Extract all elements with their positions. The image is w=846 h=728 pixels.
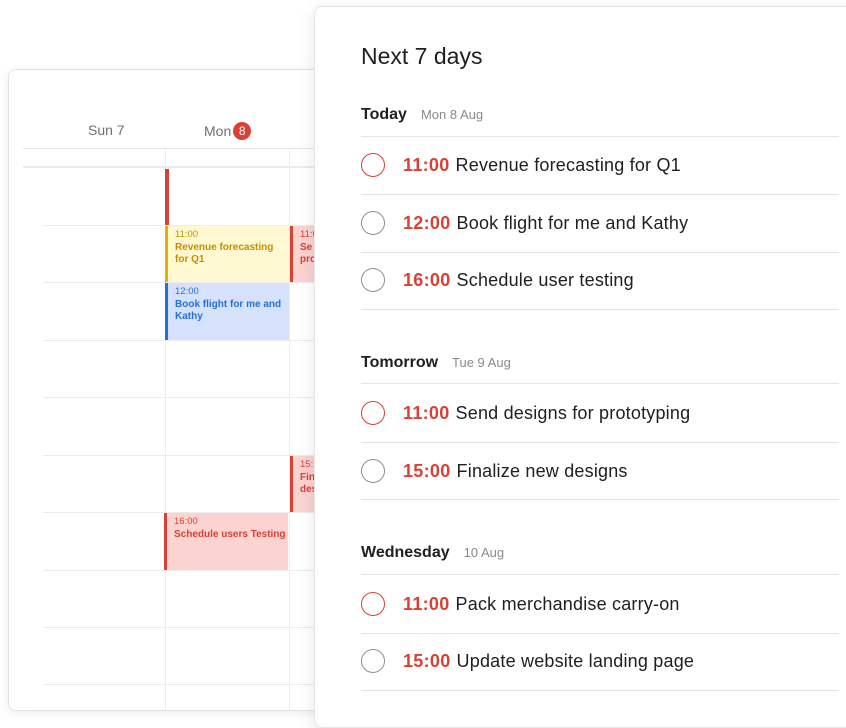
section-date: 10 Aug xyxy=(463,545,505,560)
header-divider xyxy=(23,148,339,149)
hour-line xyxy=(43,684,339,685)
divider xyxy=(361,309,839,310)
task-title: Update website landing page xyxy=(456,650,695,671)
complete-checkbox[interactable] xyxy=(361,211,385,235)
hour-line xyxy=(43,627,339,628)
page-title: Next 7 days xyxy=(361,43,483,69)
section-header-today: Today Mon 8 Aug xyxy=(361,106,483,124)
complete-checkbox[interactable] xyxy=(361,649,385,673)
complete-checkbox[interactable] xyxy=(361,459,385,483)
task-item[interactable]: 15:00 Finalize new designs xyxy=(361,443,839,499)
day-label: Mon xyxy=(204,123,232,139)
hour-line xyxy=(43,397,339,398)
complete-checkbox[interactable] xyxy=(361,401,385,425)
hour-line xyxy=(43,570,339,571)
event-title: Schedule users Testing xyxy=(174,528,286,540)
event-title: Book flight for me and Kathy xyxy=(175,298,282,323)
task-time: 11:00 xyxy=(403,402,450,423)
divider xyxy=(361,499,839,500)
complete-checkbox[interactable] xyxy=(361,592,385,616)
divider xyxy=(361,383,839,384)
divider xyxy=(361,690,839,691)
section-header-wednesday: Wednesday 10 Aug xyxy=(361,544,504,562)
task-time: 11:00 xyxy=(403,593,450,614)
allday-divider xyxy=(23,166,339,168)
task-time: 16:00 xyxy=(403,269,451,290)
calendar-event[interactable]: 12:00 Book flight for me and Kathy xyxy=(165,283,289,340)
calendar-event[interactable]: 11:00 Revenue forecasting for Q1 xyxy=(165,226,289,282)
task-time: 12:00 xyxy=(403,212,451,233)
complete-checkbox[interactable] xyxy=(361,153,385,177)
calendar-event[interactable]: 16:00 Schedule users Testing xyxy=(164,513,288,570)
event-time: 16:00 xyxy=(174,516,198,527)
task-title: Pack merchandise carry-on xyxy=(455,593,680,614)
task-title: Send designs for prototyping xyxy=(455,402,691,423)
complete-checkbox[interactable] xyxy=(361,268,385,292)
calendar-view: Sun 7 Mon 8 11:00 Revenue forecasting fo… xyxy=(8,69,340,711)
section-name: Today xyxy=(361,106,407,123)
event-title: Revenue forecasting for Q1 xyxy=(175,241,274,266)
task-title: Book flight for me and Kathy xyxy=(456,212,689,233)
task-item[interactable]: 12:00 Book flight for me and Kathy xyxy=(361,195,839,251)
task-time: 11:00 xyxy=(403,154,450,175)
section-name: Tomorrow xyxy=(361,354,439,371)
next-7-days-panel: Next 7 days Today Mon 8 Aug 11:00 Revenu… xyxy=(314,6,846,728)
section-date: Tue 9 Aug xyxy=(452,355,511,370)
current-time-indicator xyxy=(165,169,169,225)
section-header-tomorrow: Tomorrow Tue 9 Aug xyxy=(361,354,511,372)
day-header-mon[interactable]: Mon 8 xyxy=(204,122,252,140)
task-time: 15:00 xyxy=(403,460,451,481)
divider xyxy=(361,574,839,575)
task-time: 15:00 xyxy=(403,650,451,671)
task-title: Finalize new designs xyxy=(456,460,628,481)
task-count-badge: 8 xyxy=(233,122,252,140)
task-item[interactable]: 16:00 Schedule user testing xyxy=(361,252,839,308)
task-item[interactable]: 11:00 Pack merchandise carry-on xyxy=(361,576,839,632)
task-item[interactable]: 11:00 Revenue forecasting for Q1 xyxy=(361,137,839,193)
day-label: Sun 7 xyxy=(88,122,125,138)
task-item[interactable]: 11:00 Send designs for prototyping xyxy=(361,385,839,441)
day-header-sun[interactable]: Sun 7 xyxy=(88,122,125,138)
section-name: Wednesday xyxy=(361,544,450,561)
hour-line xyxy=(43,340,339,341)
event-time: 11:00 xyxy=(175,229,199,240)
task-item[interactable]: 15:00 Update website landing page xyxy=(361,633,839,689)
task-title: Revenue forecasting for Q1 xyxy=(455,154,681,175)
event-time: 12:00 xyxy=(175,286,199,297)
section-date: Mon 8 Aug xyxy=(420,107,484,122)
task-title: Schedule user testing xyxy=(456,269,634,290)
